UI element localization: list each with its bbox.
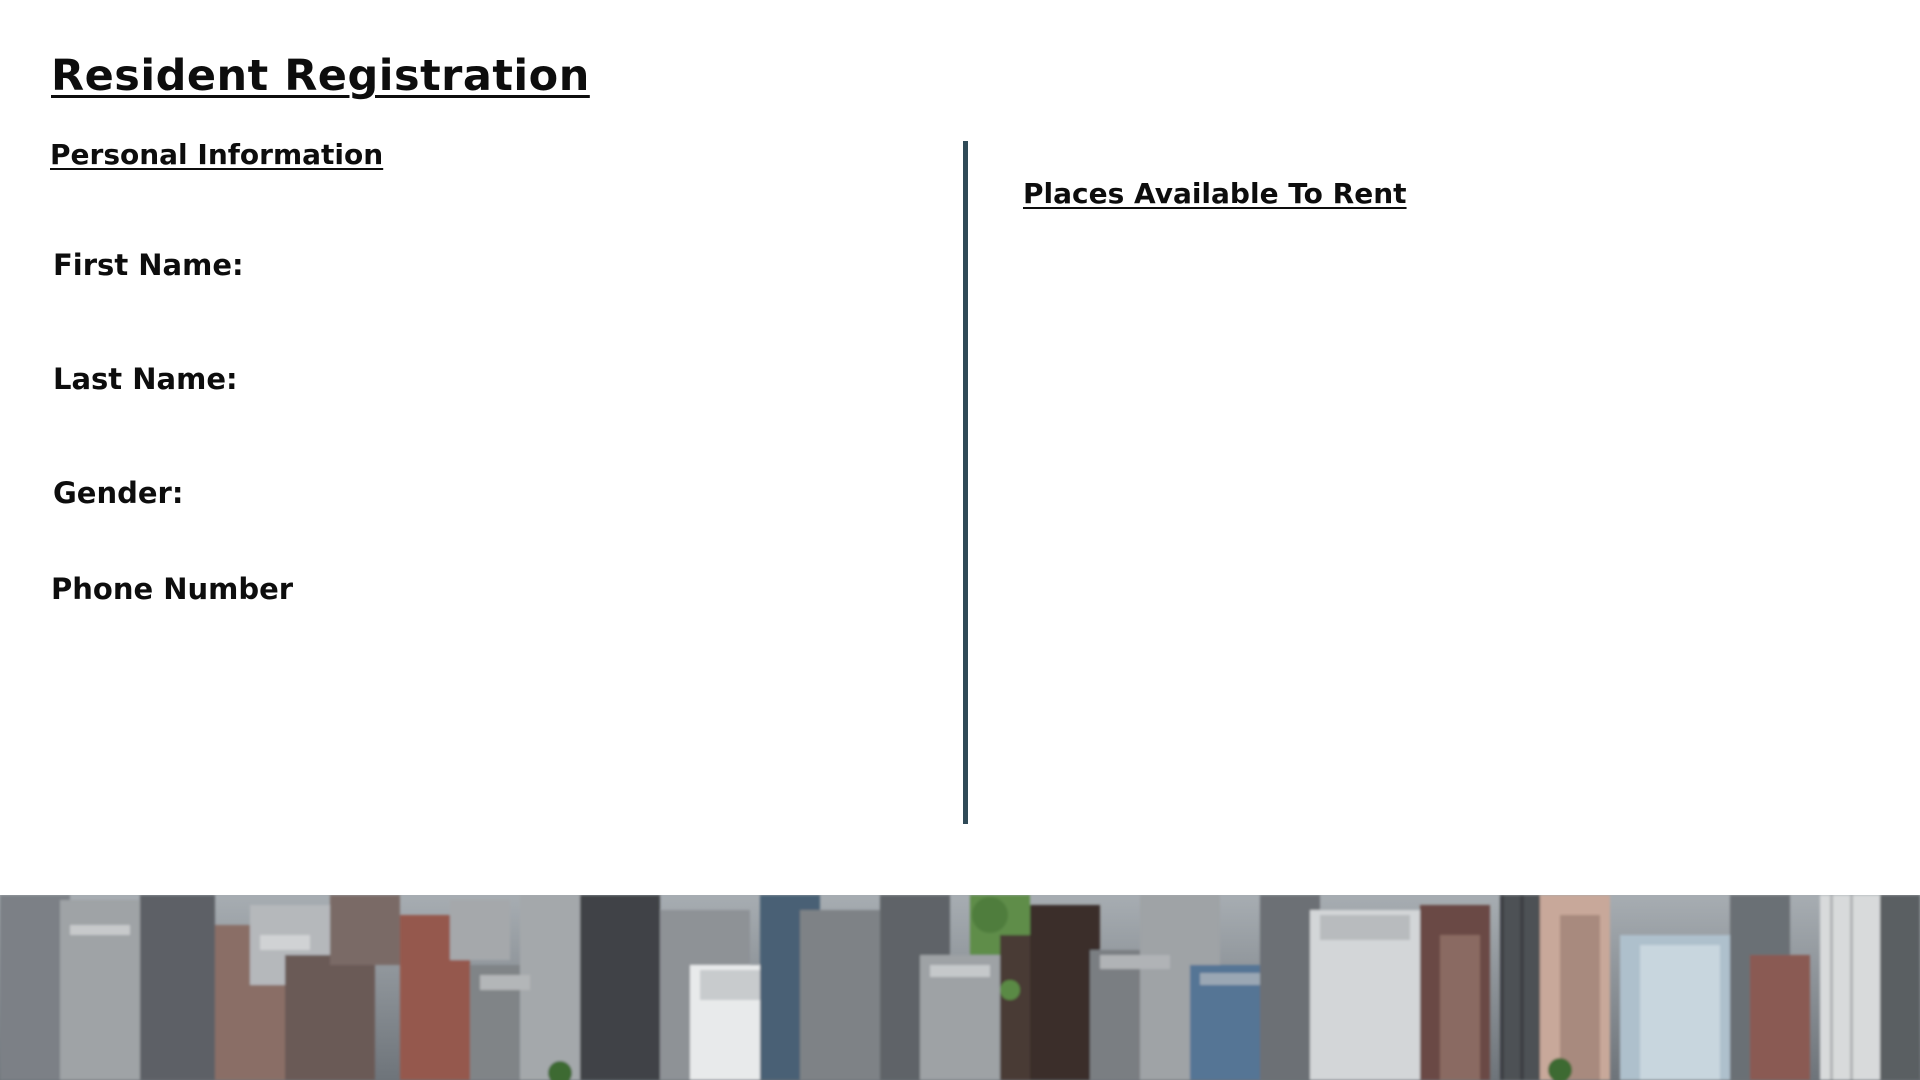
phone-number-label: Phone Number [51, 572, 294, 606]
page-title: Resident Registration [51, 51, 590, 101]
registration-page: Resident Registration Personal Informati… [0, 0, 1920, 1080]
personal-information-heading: Personal Information [50, 138, 384, 171]
places-available-heading: Places Available To Rent [1023, 177, 1407, 210]
column-divider [963, 141, 968, 824]
last-name-label: Last Name: [53, 362, 238, 396]
city-banner-image [0, 895, 1920, 1080]
gender-label: Gender: [53, 476, 184, 510]
first-name-label: First Name: [53, 248, 244, 282]
